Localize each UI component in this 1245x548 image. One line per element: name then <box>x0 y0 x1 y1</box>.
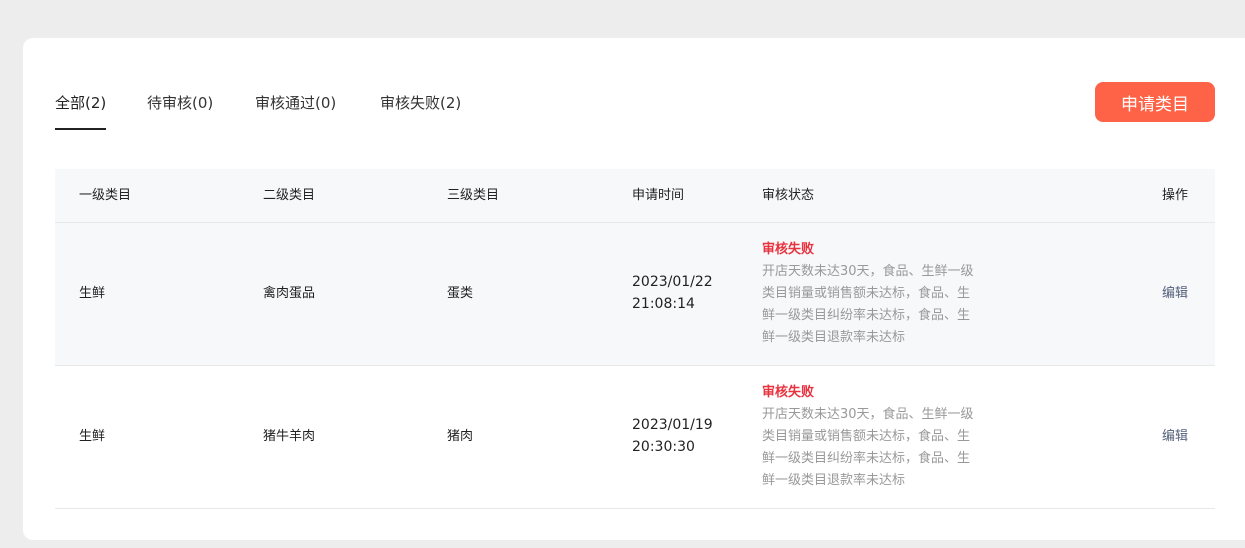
tab-approved-label: 审核通过(0) <box>255 94 337 112</box>
category-card: 全部(2) 待审核(0) 审核通过(0) 审核失败(2) 申请类目 一级类目 二… <box>23 38 1245 540</box>
cell-level1: 生鲜 <box>79 286 106 301</box>
header-review-status: 审核状态 <box>762 188 815 203</box>
header-apply-time: 申请时间 <box>632 188 685 203</box>
cell-apply-time: 2023/01/19 20:30:30 <box>632 414 742 458</box>
header-action: 操作 <box>1162 188 1189 203</box>
table-header: 一级类目 二级类目 三级类目 申请时间 审核状态 操作 <box>55 169 1215 223</box>
edit-link[interactable]: 编辑 <box>1162 223 1188 365</box>
table-row: 生鲜 禽肉蛋品 蛋类 2023/01/22 21:08:14 审核失败 开店天数… <box>55 223 1215 366</box>
category-table: 一级类目 二级类目 三级类目 申请时间 审核状态 操作 生鲜 禽肉蛋品 蛋类 2… <box>55 169 1215 509</box>
header-level2: 二级类目 <box>263 188 316 203</box>
status-badge: 审核失败 <box>762 242 815 257</box>
cell-level1: 生鲜 <box>79 429 106 444</box>
tab-pending[interactable]: 待审核(0) <box>147 93 213 113</box>
header-level3: 三级类目 <box>447 188 500 203</box>
tab-failed[interactable]: 审核失败(2) <box>380 93 461 113</box>
tab-approved[interactable]: 审核通过(0) <box>255 93 336 113</box>
status-badge: 审核失败 <box>762 385 815 400</box>
cell-level3: 蛋类 <box>447 286 474 301</box>
status-reason-line: 鲜一级类目退款率未达标 <box>762 330 906 345</box>
status-reason-line: 开店天数未达30天，食品、生鲜一级 <box>762 264 974 279</box>
cell-level3: 猪肉 <box>447 429 474 444</box>
table-row: 生鲜 猪牛羊肉 猪肉 2023/01/19 20:30:30 审核失败 开店天数… <box>55 366 1215 509</box>
cell-level2: 禽肉蛋品 <box>263 286 316 301</box>
status-reason-line: 类目销量或销售额未达标，食品、生 <box>762 286 971 301</box>
tab-all[interactable]: 全部(2) <box>55 93 107 130</box>
status-reason-line: 鲜一级类目纠纷率未达标，食品、生 <box>762 451 971 466</box>
cell-apply-time: 2023/01/22 21:08:14 <box>632 271 742 315</box>
status-reason-line: 鲜一级类目纠纷率未达标，食品、生 <box>762 308 971 323</box>
tab-pending-label: 待审核(0) <box>147 94 214 112</box>
apply-clock: 20:30:30 <box>632 439 695 455</box>
apply-clock: 21:08:14 <box>632 296 695 312</box>
tab-failed-label: 审核失败(2) <box>380 94 462 112</box>
active-tab-underline <box>55 128 107 130</box>
apply-date: 2023/01/22 <box>632 274 713 290</box>
cell-review-status: 审核失败 开店天数未达30天，食品、生鲜一级 类目销量或销售额未达标，食品、生 … <box>762 382 1002 492</box>
cell-review-status: 审核失败 开店天数未达30天，食品、生鲜一级 类目销量或销售额未达标，食品、生 … <box>762 239 1002 349</box>
tab-all-label: 全部(2) <box>55 94 107 112</box>
status-reason-line: 鲜一级类目退款率未达标 <box>762 473 906 488</box>
edit-link[interactable]: 编辑 <box>1162 366 1188 508</box>
status-reason-line: 开店天数未达30天，食品、生鲜一级 <box>762 407 974 422</box>
cell-level2: 猪牛羊肉 <box>263 429 316 444</box>
apply-category-button[interactable]: 申请类目 <box>1095 82 1215 122</box>
apply-date: 2023/01/19 <box>632 417 713 433</box>
header-level1: 一级类目 <box>79 188 132 203</box>
status-reason-line: 类目销量或销售额未达标，食品、生 <box>762 429 971 444</box>
